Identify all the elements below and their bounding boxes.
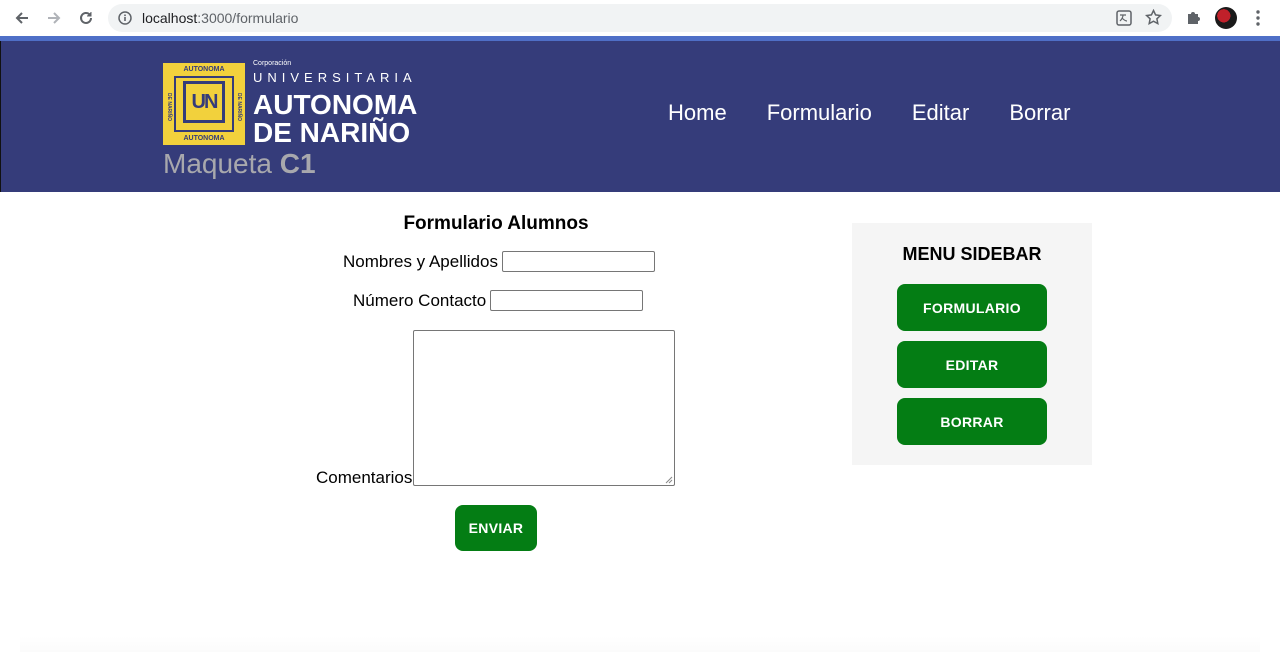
seal-bottom-text: AUTONOMA <box>183 135 225 142</box>
logo-narino: DE NARIÑO <box>253 117 411 148</box>
nav-home[interactable]: Home <box>668 100 727 126</box>
sidebar-borrar-button[interactable]: BORRAR <box>897 398 1047 445</box>
browser-toolbar: localhost:3000/formulario <box>0 0 1280 36</box>
url-path: :3000/formulario <box>197 10 299 26</box>
main-nav: Home Formulario Editar Borrar <box>668 100 1110 126</box>
sidebar-editar-button[interactable]: EDITAR <box>897 341 1047 388</box>
phone-label: Número Contacto <box>353 290 487 310</box>
comments-textarea[interactable] <box>413 330 675 486</box>
seal-right-text: DE NARIÑO <box>236 93 242 122</box>
comments-field-row: Comentarios <box>316 330 686 488</box>
bookmark-star-icon[interactable] <box>1144 8 1163 26</box>
phone-field-row: Número Contacto <box>353 290 644 311</box>
name-input[interactable] <box>501 251 655 272</box>
sidebar-formulario-button[interactable]: FORMULARIO <box>897 284 1047 331</box>
site-subtitle: Maqueta C1 <box>163 148 316 180</box>
seal-top-text: AUTONOMA <box>183 66 225 73</box>
nav-borrar[interactable]: Borrar <box>1009 100 1070 126</box>
forward-arrow-icon[interactable] <box>43 7 65 29</box>
nav-editar[interactable]: Editar <box>912 100 969 126</box>
university-logo[interactable]: AUTONOMA DE NARIÑO UN DE NARIÑO AUTONOMA… <box>163 60 423 148</box>
submit-button[interactable]: ENVIAR <box>455 505 537 551</box>
sidebar: MENU SIDEBAR FORMULARIO EDITAR BORRAR <box>852 223 1092 465</box>
profile-avatar[interactable] <box>1215 7 1237 29</box>
sidebar-title: MENU SIDEBAR <box>902 244 1042 264</box>
url-host: localhost <box>142 10 198 26</box>
seal-left-text: DE NARIÑO <box>166 93 172 122</box>
reload-icon[interactable] <box>75 7 97 29</box>
form-title: Formulario Alumnos <box>403 213 589 234</box>
logo-seal: AUTONOMA DE NARIÑO UN DE NARIÑO AUTONOMA <box>163 63 245 145</box>
extensions-puzzle-icon[interactable] <box>1185 9 1202 26</box>
site-header: AUTONOMA DE NARIÑO UN DE NARIÑO AUTONOMA… <box>0 41 1280 192</box>
translate-icon[interactable] <box>1116 10 1132 26</box>
logo-universitaria: UNIVERSITARIA <box>253 70 417 85</box>
nav-formulario[interactable]: Formulario <box>767 100 872 126</box>
seal-mark: UN <box>183 81 225 123</box>
info-icon[interactable] <box>118 11 132 25</box>
subtitle-regular: Maqueta <box>163 148 280 179</box>
logo-corporation: Corporación <box>253 60 292 67</box>
back-arrow-icon[interactable] <box>11 7 33 29</box>
phone-input[interactable] <box>490 290 644 311</box>
name-label: Nombres y Apellidos <box>343 251 498 271</box>
logo-autonoma: AUTONOMA <box>253 89 418 120</box>
comments-label: Comentarios <box>316 468 413 487</box>
url-text: localhost:3000/formulario <box>142 10 298 26</box>
address-bar[interactable]: localhost:3000/formulario <box>108 4 1172 32</box>
subtitle-bold: C1 <box>279 148 316 179</box>
name-field-row: Nombres y Apellidos <box>343 251 655 272</box>
footer-area <box>20 636 1260 652</box>
resize-grip-icon[interactable] <box>665 476 673 484</box>
more-menu-icon[interactable] <box>1252 10 1264 26</box>
